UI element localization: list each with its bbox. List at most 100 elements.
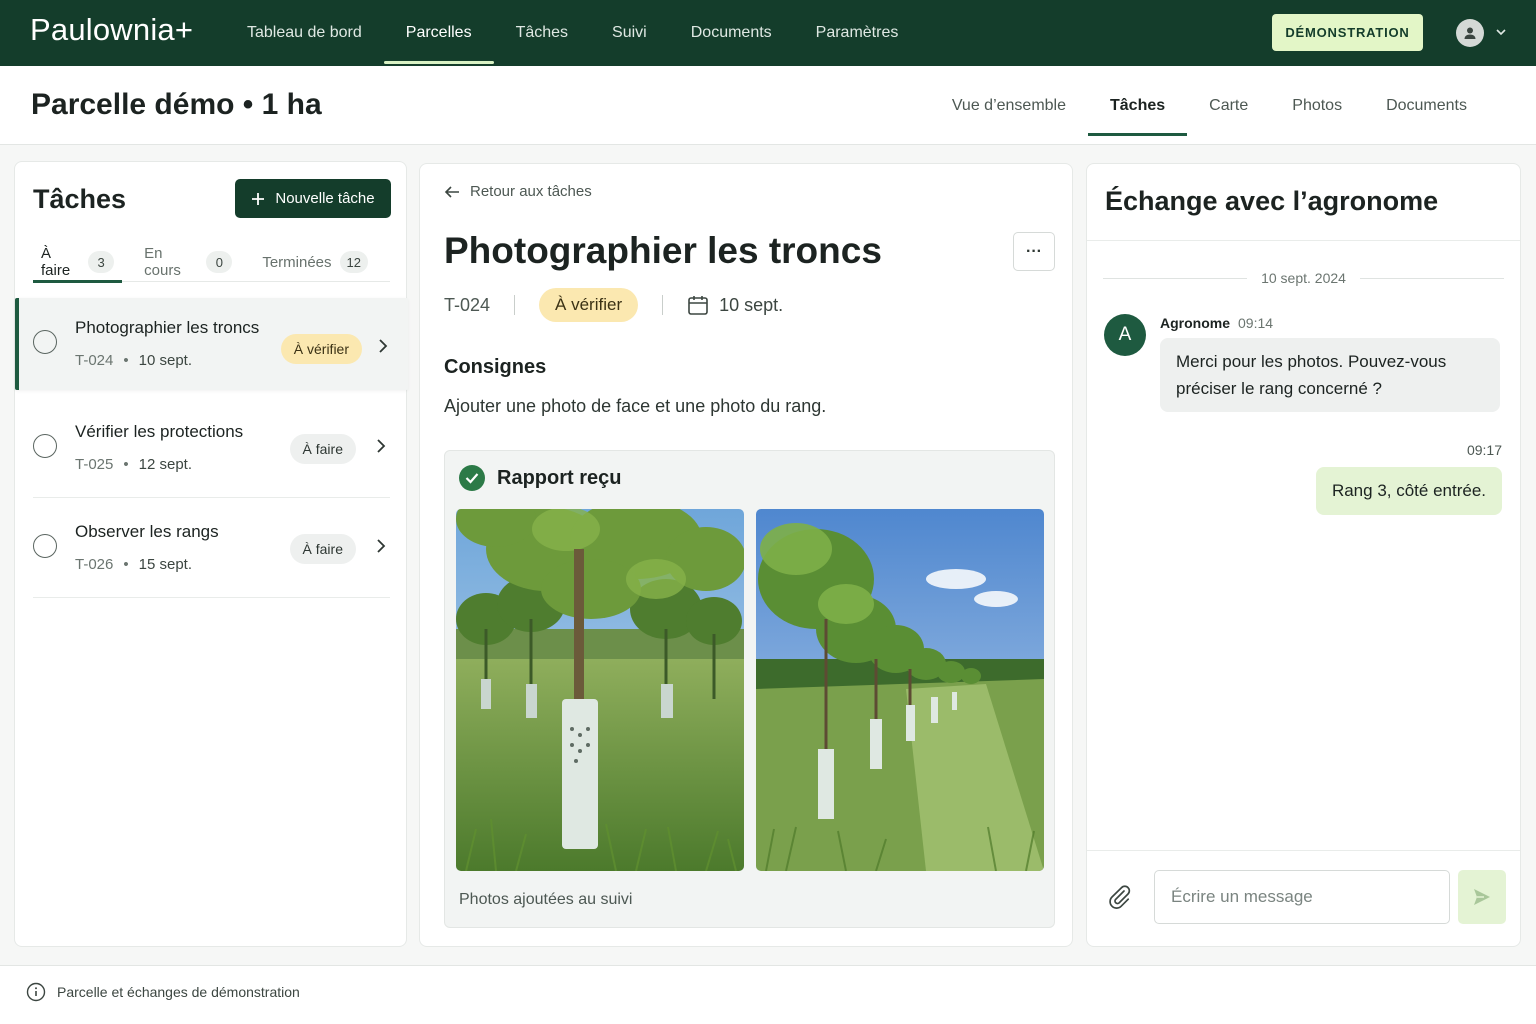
user-avatar[interactable]	[1456, 19, 1484, 47]
page-footer: Parcelle et échanges de démonstration	[0, 965, 1536, 1024]
bullet-separator: •	[123, 556, 129, 573]
task-list: Photographier les troncs T-024 • 10 sept. …	[15, 298, 408, 598]
report-footer: Photos ajoutées au suivi	[459, 891, 633, 908]
footer-note: Parcelle et échanges de démonstration	[26, 982, 300, 1002]
divider	[662, 295, 664, 315]
task-status-tabs: À faire 3 En cours 0 Terminées 12	[33, 242, 390, 283]
tab-overview[interactable]: Vue d’ensemble	[930, 66, 1088, 145]
paperclip-icon[interactable]	[1107, 883, 1131, 909]
tab-todo-count: 3	[88, 251, 115, 273]
tab-todo[interactable]: À faire 3	[33, 242, 123, 283]
info-icon	[26, 982, 46, 1002]
task-date: 15 sept.	[138, 556, 192, 573]
task-name: Vérifier les protections	[75, 422, 244, 441]
more-options-button[interactable]: ···	[1013, 232, 1055, 271]
task-item[interactable]: Observer les rangs T-026 • 15 sept. À fair…	[33, 498, 390, 598]
divider	[1103, 277, 1248, 279]
nav-item-documents[interactable]: Documents	[669, 0, 794, 66]
task-title: Photographier les troncs	[444, 230, 882, 271]
footer-text: Parcelle et échanges de démonstration	[57, 984, 300, 1000]
due-date: 10 sept.	[687, 294, 783, 316]
tasks-panel: Tâches Nouvelle tâche À faire 3 En cours…	[14, 161, 408, 947]
send-icon	[1474, 889, 1490, 905]
tab-map[interactable]: Carte	[1187, 66, 1270, 145]
check-circle-icon	[459, 465, 485, 491]
tab-in-progress-count: 0	[206, 251, 233, 273]
task-item[interactable]: Vérifier les protections T-025 • 12 sept. …	[33, 398, 390, 498]
status-badge: À vérifier	[280, 334, 362, 364]
status-badge: À faire	[289, 434, 356, 464]
back-label: Retour aux tâches	[470, 183, 592, 200]
task-meta: T-025 • 12 sept.	[75, 456, 192, 473]
message-author: Agronome	[1160, 315, 1230, 331]
instructions-text: Ajouter une photo de face et une photo d…	[444, 396, 827, 416]
message-bubble-outgoing: Rang 3, côté entrée.	[1315, 467, 1502, 515]
parcel-tabs: Vue d’ensemble Tâches Carte Photos Docum…	[930, 66, 1489, 145]
task-id: T-026	[75, 556, 114, 573]
task-meta: T-024 • 10 sept.	[75, 352, 192, 369]
bullet-separator: •	[123, 352, 129, 369]
nav-item-tasks[interactable]: Tâches	[494, 0, 590, 66]
task-checkbox[interactable]	[33, 434, 57, 458]
report-title: Rapport reçu	[497, 466, 622, 489]
plus-icon	[252, 192, 265, 205]
trunk-photo-front[interactable]	[456, 509, 744, 871]
task-id: T-025	[75, 456, 114, 473]
task-meta-row: T-024 À vérifier 10 sept.	[444, 288, 783, 322]
date-separator-label: 10 sept. 2024	[1261, 270, 1346, 286]
chevron-down-icon[interactable]	[1494, 25, 1508, 39]
date-separator: 10 sept. 2024	[1103, 270, 1505, 286]
tab-documents[interactable]: Documents	[1364, 66, 1489, 145]
new-task-label: Nouvelle tâche	[275, 190, 375, 207]
status-badge: À vérifier	[539, 288, 639, 322]
message-time: 09:17	[1466, 442, 1502, 458]
tab-in-progress[interactable]: En cours 0	[136, 242, 240, 282]
nav-item-tracking[interactable]: Suivi	[590, 0, 669, 66]
main-nav: Tableau de bord Parcelles Tâches Suivi D…	[225, 0, 920, 66]
tasks-panel-title: Tâches	[33, 184, 127, 214]
report-header: Rapport reçu	[459, 465, 621, 491]
nav-item-dashboard[interactable]: Tableau de bord	[225, 0, 384, 66]
bullet-separator: •	[123, 456, 129, 473]
tab-done-count: 12	[339, 251, 368, 273]
task-id: T-024	[75, 352, 114, 369]
chevron-right-icon	[377, 439, 386, 453]
avatar: A	[1104, 314, 1146, 356]
tab-tasks[interactable]: Tâches	[1088, 66, 1188, 145]
chevron-right-icon	[377, 539, 386, 553]
demo-button[interactable]: DÉMONSTRATION	[1272, 14, 1423, 51]
divider	[514, 295, 516, 315]
task-checkbox[interactable]	[33, 330, 57, 354]
nav-item-settings[interactable]: Paramètres	[794, 0, 921, 66]
parcel-header: Parcelle démo • 1 ha Vue d’ensemble Tâch…	[0, 66, 1536, 145]
nav-item-parcels[interactable]: Parcelles	[383, 0, 494, 66]
tab-done[interactable]: Terminées 12	[254, 242, 376, 282]
status-badge: À faire	[289, 534, 356, 564]
task-item[interactable]: Photographier les troncs T-024 • 10 sept. …	[15, 298, 408, 390]
due-date-text: 10 sept.	[719, 294, 784, 315]
send-button[interactable]	[1458, 870, 1506, 924]
message-input[interactable]	[1154, 870, 1450, 924]
task-name: Observer les rangs	[75, 522, 219, 541]
report-card: Rapport reçu Photos ajoutées au suivi	[444, 450, 1055, 928]
message-bubble-incoming: Merci pour les photos. Pouvez-vous préci…	[1160, 338, 1500, 412]
divider	[1359, 277, 1505, 279]
tab-todo-label: À faire	[41, 245, 71, 279]
tab-photos[interactable]: Photos	[1270, 66, 1364, 145]
task-meta: T-026 • 15 sept.	[75, 556, 192, 573]
back-to-tasks-link[interactable]: Retour aux tâches	[444, 183, 592, 200]
brand-logo[interactable]: Paulownia+	[30, 12, 193, 48]
user-icon	[1464, 27, 1476, 39]
task-date: 10 sept.	[138, 352, 192, 369]
row-photo[interactable]	[756, 509, 1044, 871]
task-checkbox[interactable]	[33, 534, 57, 558]
message-time: 09:14	[1238, 315, 1274, 331]
message-header: Agronome 09:14	[1160, 315, 1273, 331]
chat-composer	[1087, 850, 1520, 946]
chat-panel: Échange avec l’agronome 10 sept. 2024 A …	[1086, 163, 1521, 947]
page-title: Parcelle démo • 1 ha	[31, 88, 322, 121]
calendar-icon	[688, 296, 708, 315]
tab-in-progress-label: En cours	[144, 245, 181, 279]
new-task-button[interactable]: Nouvelle tâche	[235, 179, 391, 218]
task-detail-panel: Retour aux tâches Photographier les tron…	[419, 163, 1073, 947]
